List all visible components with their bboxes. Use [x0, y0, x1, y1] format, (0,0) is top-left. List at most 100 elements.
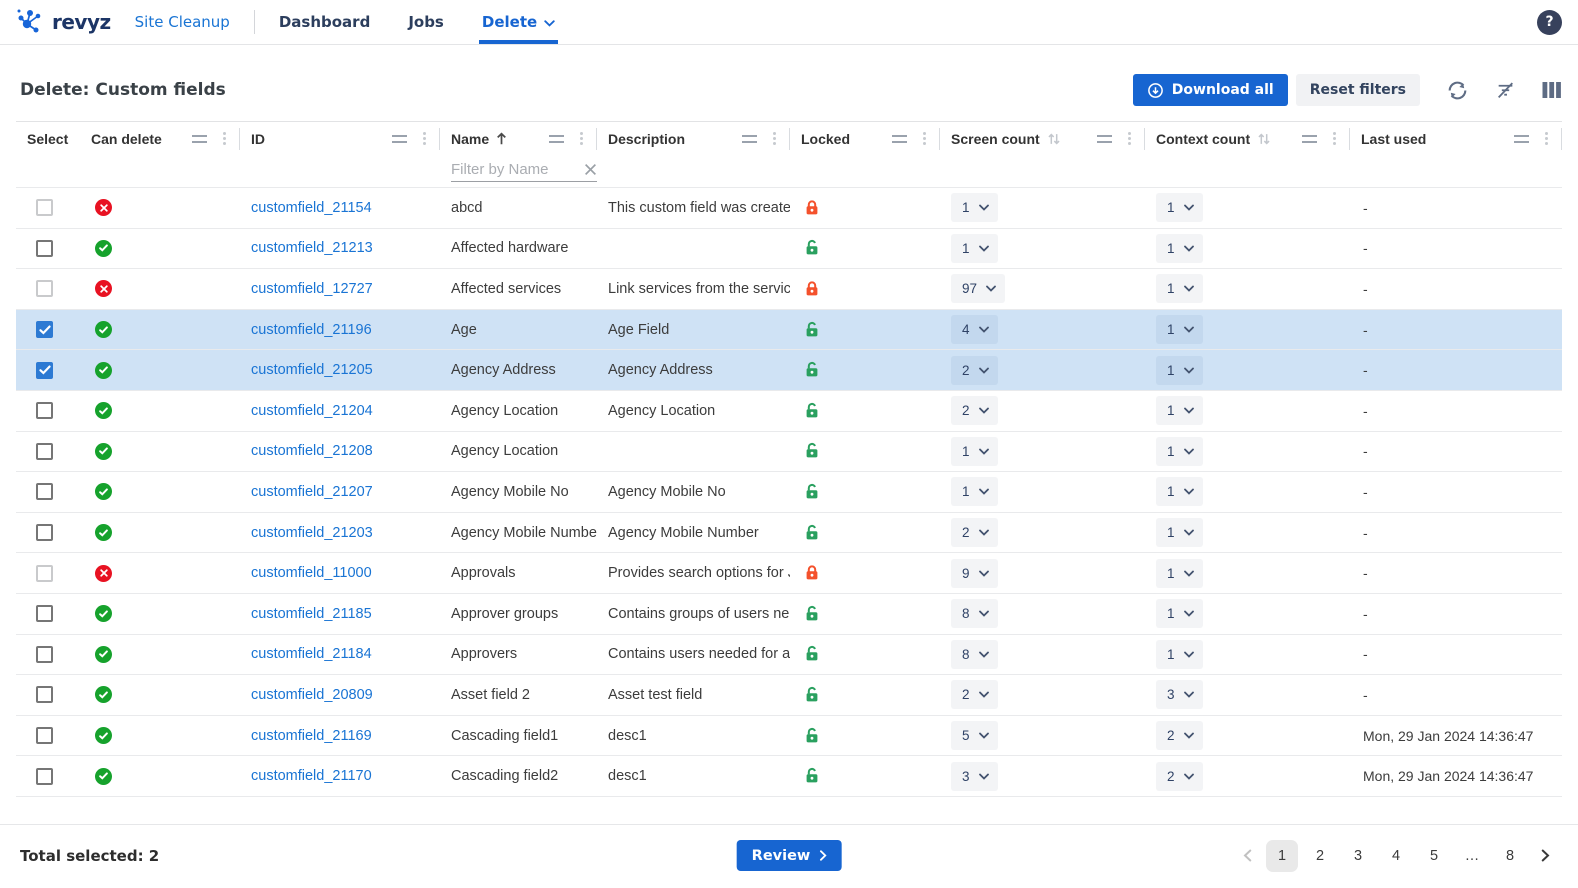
nav-item-dashboard[interactable]: Dashboard: [279, 0, 370, 44]
row-checkbox[interactable]: [36, 768, 53, 785]
row-checkbox[interactable]: [36, 240, 53, 257]
column-options-icon[interactable]: [580, 137, 583, 140]
screen-count-dropdown[interactable]: 8: [951, 640, 998, 669]
column-menu-icon[interactable]: [1514, 135, 1529, 143]
column-menu-icon[interactable]: [742, 135, 757, 143]
column-header-screen_count[interactable]: Screen count: [940, 128, 1145, 150]
row-checkbox[interactable]: [36, 402, 53, 419]
column-header-locked[interactable]: Locked: [790, 128, 940, 150]
column-header-select[interactable]: Select: [16, 128, 80, 150]
context-count-dropdown[interactable]: 1: [1156, 640, 1203, 669]
row-id-link[interactable]: customfield_21170: [251, 768, 372, 784]
screen-count-dropdown[interactable]: 1: [951, 193, 998, 222]
row-id-link[interactable]: customfield_21204: [251, 403, 373, 419]
next-page-icon[interactable]: [1532, 840, 1558, 872]
page-button-5[interactable]: 5: [1418, 840, 1450, 872]
column-menu-icon[interactable]: [1302, 135, 1317, 143]
screen-count-dropdown[interactable]: 2: [951, 396, 998, 425]
row-id-link[interactable]: customfield_11000: [251, 565, 372, 581]
column-options-icon[interactable]: [773, 137, 776, 140]
row-checkbox[interactable]: [36, 443, 53, 460]
context-count-dropdown[interactable]: 1: [1156, 518, 1203, 547]
refresh-icon[interactable]: [1446, 79, 1469, 102]
screen-count-dropdown[interactable]: 2: [951, 680, 998, 709]
row-id-link[interactable]: customfield_21213: [251, 240, 373, 256]
row-id-link[interactable]: customfield_21185: [251, 606, 372, 622]
context-count-dropdown[interactable]: 2: [1156, 721, 1203, 750]
column-options-icon[interactable]: [1545, 137, 1548, 140]
row-checkbox[interactable]: [36, 483, 53, 500]
page-button-2[interactable]: 2: [1304, 840, 1336, 872]
context-count-dropdown[interactable]: 1: [1156, 315, 1203, 344]
column-options-icon[interactable]: [1128, 137, 1131, 140]
column-menu-icon[interactable]: [892, 135, 907, 143]
filter-off-icon[interactable]: [1495, 80, 1516, 101]
row-id-link[interactable]: customfield_21154: [251, 200, 372, 216]
column-header-can_delete[interactable]: Can delete: [80, 128, 240, 150]
context-count-dropdown[interactable]: 1: [1156, 599, 1203, 628]
row-id-link[interactable]: customfield_12727: [251, 281, 373, 297]
row-checkbox[interactable]: [36, 524, 53, 541]
context-count-dropdown[interactable]: 3: [1156, 680, 1203, 709]
screen-count-dropdown[interactable]: 97: [951, 274, 1005, 303]
column-options-icon[interactable]: [423, 137, 426, 140]
column-header-last_used[interactable]: Last used: [1350, 128, 1562, 150]
screen-count-dropdown[interactable]: 4: [951, 315, 998, 344]
review-button[interactable]: Review: [737, 840, 842, 871]
row-id-link[interactable]: customfield_21196: [251, 322, 372, 338]
page-button-8[interactable]: 8: [1494, 840, 1526, 872]
column-menu-icon[interactable]: [392, 135, 407, 143]
screen-count-dropdown[interactable]: 8: [951, 599, 998, 628]
column-header-description[interactable]: Description: [597, 128, 790, 150]
nav-item-jobs[interactable]: Jobs: [408, 0, 444, 44]
brand[interactable]: revyz: [16, 0, 111, 44]
row-checkbox[interactable]: [36, 199, 53, 216]
page-button-4[interactable]: 4: [1380, 840, 1412, 872]
row-id-link[interactable]: customfield_21207: [251, 484, 373, 500]
clear-filter-icon[interactable]: [584, 163, 597, 176]
row-id-link[interactable]: customfield_21184: [251, 646, 372, 662]
nav-item-delete[interactable]: Delete: [482, 0, 555, 44]
column-header-id[interactable]: ID: [240, 128, 440, 150]
context-count-dropdown[interactable]: 1: [1156, 559, 1203, 588]
screen-count-dropdown[interactable]: 1: [951, 477, 998, 506]
row-checkbox[interactable]: [36, 727, 53, 744]
screen-count-dropdown[interactable]: 2: [951, 518, 998, 547]
context-count-dropdown[interactable]: 1: [1156, 234, 1203, 263]
row-id-link[interactable]: customfield_21169: [251, 728, 372, 744]
screen-count-dropdown[interactable]: 9: [951, 559, 998, 588]
column-menu-icon[interactable]: [549, 135, 564, 143]
nav-product-name[interactable]: Site Cleanup: [135, 0, 230, 44]
row-checkbox[interactable]: [36, 646, 53, 663]
row-id-link[interactable]: customfield_21203: [251, 525, 373, 541]
screen-count-dropdown[interactable]: 2: [951, 356, 998, 385]
context-count-dropdown[interactable]: 1: [1156, 356, 1203, 385]
columns-icon[interactable]: [1542, 81, 1562, 99]
context-count-dropdown[interactable]: 1: [1156, 193, 1203, 222]
context-count-dropdown[interactable]: 2: [1156, 762, 1203, 791]
row-id-link[interactable]: customfield_20809: [251, 687, 373, 703]
screen-count-dropdown[interactable]: 1: [951, 437, 998, 466]
download-all-button[interactable]: Download all: [1133, 74, 1288, 106]
row-id-link[interactable]: customfield_21208: [251, 443, 373, 459]
row-checkbox[interactable]: [36, 686, 53, 703]
page-button-1[interactable]: 1: [1266, 840, 1298, 872]
screen-count-dropdown[interactable]: 5: [951, 721, 998, 750]
row-checkbox[interactable]: [36, 565, 53, 582]
column-options-icon[interactable]: [923, 137, 926, 140]
screen-count-dropdown[interactable]: 3: [951, 762, 998, 791]
page-button-3[interactable]: 3: [1342, 840, 1374, 872]
column-header-context_count[interactable]: Context count: [1145, 128, 1350, 150]
row-checkbox[interactable]: [36, 362, 53, 379]
row-checkbox[interactable]: [36, 280, 53, 297]
column-options-icon[interactable]: [223, 137, 226, 140]
row-checkbox[interactable]: [36, 605, 53, 622]
column-options-icon[interactable]: [1333, 137, 1336, 140]
row-checkbox[interactable]: [36, 321, 53, 338]
column-header-name[interactable]: Name: [440, 128, 597, 150]
screen-count-dropdown[interactable]: 1: [951, 234, 998, 263]
previous-page-icon[interactable]: [1234, 840, 1260, 872]
name-filter-input[interactable]: [451, 161, 578, 178]
reset-filters-button[interactable]: Reset filters: [1296, 74, 1420, 106]
context-count-dropdown[interactable]: 1: [1156, 477, 1203, 506]
